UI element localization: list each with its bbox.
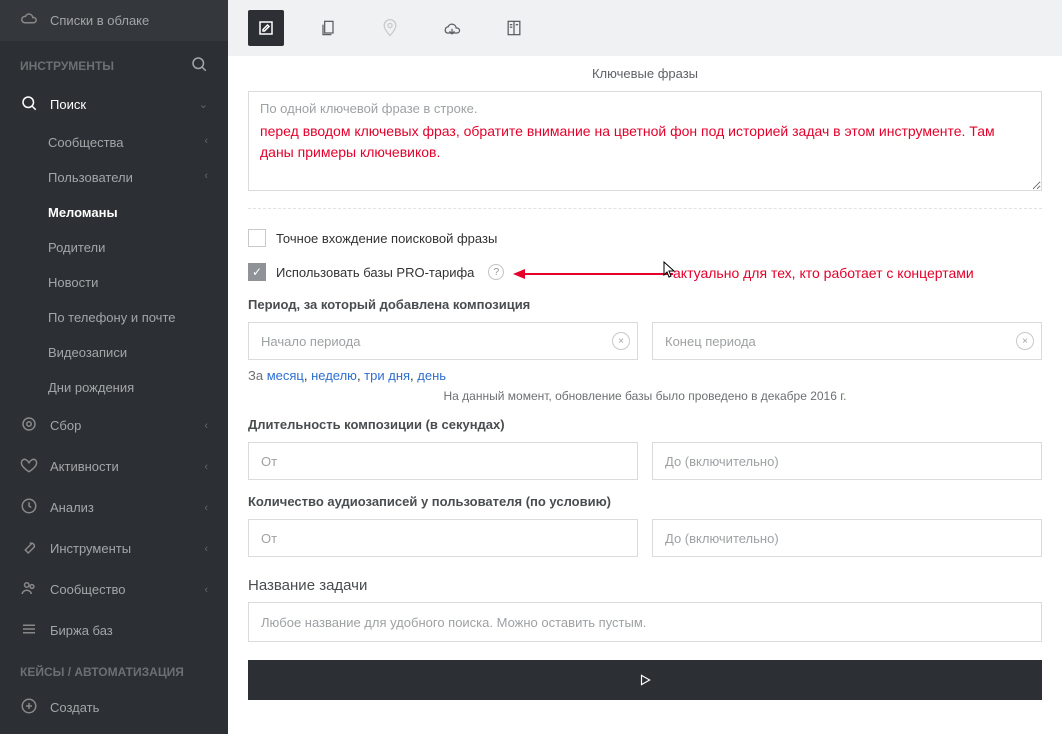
sidebar-item-exchange[interactable]: Биржа баз: [0, 610, 228, 651]
divider: [248, 208, 1042, 209]
count-to-input[interactable]: [652, 519, 1042, 557]
sidebar-item-my-cases[interactable]: Мои кейсы: [0, 728, 228, 734]
period-row: × ×: [248, 322, 1042, 360]
keywords-heading: Ключевые фразы: [248, 56, 1042, 91]
users-icon: [20, 579, 38, 600]
target-icon: [20, 415, 38, 436]
sidebar-sub-videos[interactable]: Видеозаписи: [0, 335, 228, 370]
cloud-icon: [20, 10, 38, 31]
sidebar-sub-birthdays[interactable]: Дни рождения: [0, 370, 228, 405]
main: Ключевые фразы По одной ключевой фразе в…: [228, 0, 1062, 734]
run-button[interactable]: [248, 660, 1042, 700]
chevron-left-icon: ‹: [204, 461, 208, 473]
search-icon[interactable]: [190, 55, 208, 76]
search-icon: [20, 94, 38, 115]
link-3days[interactable]: три дня: [364, 368, 410, 383]
task-label: Название задачи: [248, 577, 1042, 594]
exact-match-checkbox[interactable]: [248, 229, 266, 247]
sidebar-sub-phone-mail[interactable]: По телефону и почте: [0, 300, 228, 335]
period-links: За месяц, неделю, три дня, день: [248, 368, 1042, 383]
sidebar-item-community[interactable]: Сообщество ‹: [0, 569, 228, 610]
arrow-annotation-icon: [513, 267, 673, 281]
clock-icon: [20, 497, 38, 518]
tabbar: [228, 0, 1062, 56]
sidebar-item-label: Списки в облаке: [50, 13, 208, 28]
arrow-note: актуально для тех, кто работает с концер…: [673, 265, 974, 281]
task-input[interactable]: [248, 602, 1042, 642]
link-month[interactable]: месяц: [267, 368, 304, 383]
count-from-input[interactable]: [248, 519, 638, 557]
sidebar-item-analysis[interactable]: Анализ ‹: [0, 487, 228, 528]
plus-icon: [20, 697, 38, 718]
tab-cloud-down[interactable]: [434, 10, 470, 46]
sidebar-sub-melomany[interactable]: Меломаны: [0, 195, 228, 230]
tab-location[interactable]: [372, 10, 408, 46]
sidebar-item-label: Поиск: [50, 97, 199, 112]
tab-edit[interactable]: [248, 10, 284, 46]
chevron-down-icon: ⌄: [199, 98, 208, 111]
duration-to-input[interactable]: [652, 442, 1042, 480]
sidebar-item-search[interactable]: Поиск ⌄: [0, 84, 228, 125]
period-label: Период, за который добавлена композиция: [248, 297, 1042, 312]
sidebar-sub-communities[interactable]: Сообщества‹: [0, 125, 228, 160]
exact-match-label: Точное вхождение поисковой фразы: [276, 231, 497, 246]
chevron-left-icon: ‹: [204, 420, 208, 432]
sidebar: Списки в облаке ИНСТРУМЕНТЫ Поиск ⌄ Сооб…: [0, 0, 228, 734]
duration-from-input[interactable]: [248, 442, 638, 480]
use-pro-row: ✓ Использовать базы PRO-тарифа ? актуаль…: [248, 263, 1042, 281]
content: Ключевые фразы По одной ключевой фразе в…: [228, 56, 1062, 734]
sidebar-item-activities[interactable]: Активности ‹: [0, 446, 228, 487]
sidebar-sub-users[interactable]: Пользователи‹: [0, 160, 228, 195]
period-start-input[interactable]: [248, 322, 638, 360]
duration-label: Длительность композиции (в секундах): [248, 417, 1042, 432]
chevron-left-icon: ‹: [204, 543, 208, 555]
clear-icon[interactable]: ×: [612, 332, 630, 350]
help-icon[interactable]: ?: [488, 264, 504, 280]
sidebar-cases-heading: КЕЙСЫ / АВТОМАТИЗАЦИЯ: [0, 651, 228, 687]
sidebar-sub-parents[interactable]: Родители: [0, 230, 228, 265]
sidebar-tools-heading: ИНСТРУМЕНТЫ: [0, 41, 228, 84]
chevron-left-icon: ‹: [204, 502, 208, 514]
annotation-red: перед вводом ключевых фраз, обратите вни…: [260, 121, 1030, 163]
sidebar-sub-news[interactable]: Новости: [0, 265, 228, 300]
sidebar-item-gather[interactable]: Сбор ‹: [0, 405, 228, 446]
chevron-left-icon: ‹: [204, 170, 208, 182]
exact-match-row: Точное вхождение поисковой фразы: [248, 229, 1042, 247]
keywords-wrap: По одной ключевой фразе в строке. перед …: [248, 91, 1042, 194]
sidebar-item-create[interactable]: Создать: [0, 687, 228, 728]
play-icon: [638, 673, 652, 687]
tab-copy[interactable]: [310, 10, 346, 46]
link-day[interactable]: день: [417, 368, 446, 383]
count-row: [248, 519, 1042, 557]
chevron-left-icon: ‹: [204, 135, 208, 147]
count-label: Количество аудиозаписей у пользователя (…: [248, 494, 1042, 509]
heart-icon: [20, 456, 38, 477]
db-note: На данный момент, обновление базы было п…: [248, 389, 1042, 403]
tab-book[interactable]: [496, 10, 532, 46]
wrench-icon: [20, 538, 38, 559]
link-week[interactable]: неделю: [311, 368, 357, 383]
list-icon: [20, 620, 38, 641]
use-pro-checkbox[interactable]: ✓: [248, 263, 266, 281]
chevron-left-icon: ‹: [204, 584, 208, 596]
period-end-input[interactable]: [652, 322, 1042, 360]
sidebar-cloud-lists[interactable]: Списки в облаке: [0, 0, 228, 41]
duration-row: [248, 442, 1042, 480]
sidebar-item-instruments[interactable]: Инструменты ‹: [0, 528, 228, 569]
clear-icon[interactable]: ×: [1016, 332, 1034, 350]
use-pro-label: Использовать базы PRO-тарифа: [276, 265, 474, 280]
